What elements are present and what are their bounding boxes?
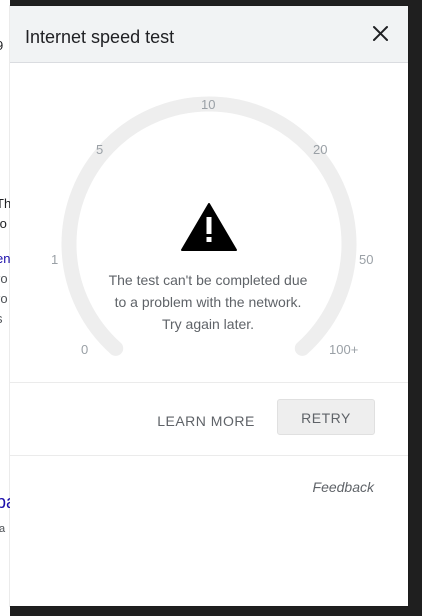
background-link-fragment: en (0, 251, 10, 266)
background-text-fragment: ta (0, 523, 6, 535)
background-text-fragment: to (0, 216, 7, 231)
error-message: The test can't be completed due to a pro… (108, 272, 308, 332)
gauge-tick-label: 50 (359, 252, 374, 267)
retry-button[interactable]: RETRY (277, 399, 375, 435)
gauge-tick-label: 20 (313, 142, 328, 157)
gauge-tick-label: 1 (51, 252, 59, 267)
speed-test-dialog: Internet speed test 0 1 5 10 20 50 100+ … (10, 6, 408, 606)
background-text-fragment: ro (0, 291, 8, 306)
dialog-header: Internet speed test (10, 6, 408, 63)
background-page: 9 Th to en ro ro s ba ta (0, 0, 10, 616)
learn-more-button[interactable]: LEARN MORE (156, 405, 256, 437)
divider (10, 455, 408, 456)
background-link-fragment: ba (0, 492, 10, 512)
divider (10, 382, 408, 383)
background-text-fragment: ro (0, 271, 8, 286)
warning-icon (181, 203, 237, 251)
background-text-fragment: 9 (0, 38, 3, 53)
gauge-tick-label: 100+ (329, 342, 359, 357)
gauge-tick-label: 5 (96, 142, 104, 157)
close-button[interactable] (370, 23, 392, 45)
gauge-tick-label: 0 (81, 342, 89, 357)
background-text-fragment: s (0, 311, 3, 326)
close-icon (373, 26, 388, 41)
feedback-link[interactable]: Feedback (313, 479, 374, 495)
gauge-tick-label: 10 (201, 97, 216, 112)
dialog-title: Internet speed test (25, 27, 175, 47)
background-text-fragment: Th (0, 196, 10, 211)
